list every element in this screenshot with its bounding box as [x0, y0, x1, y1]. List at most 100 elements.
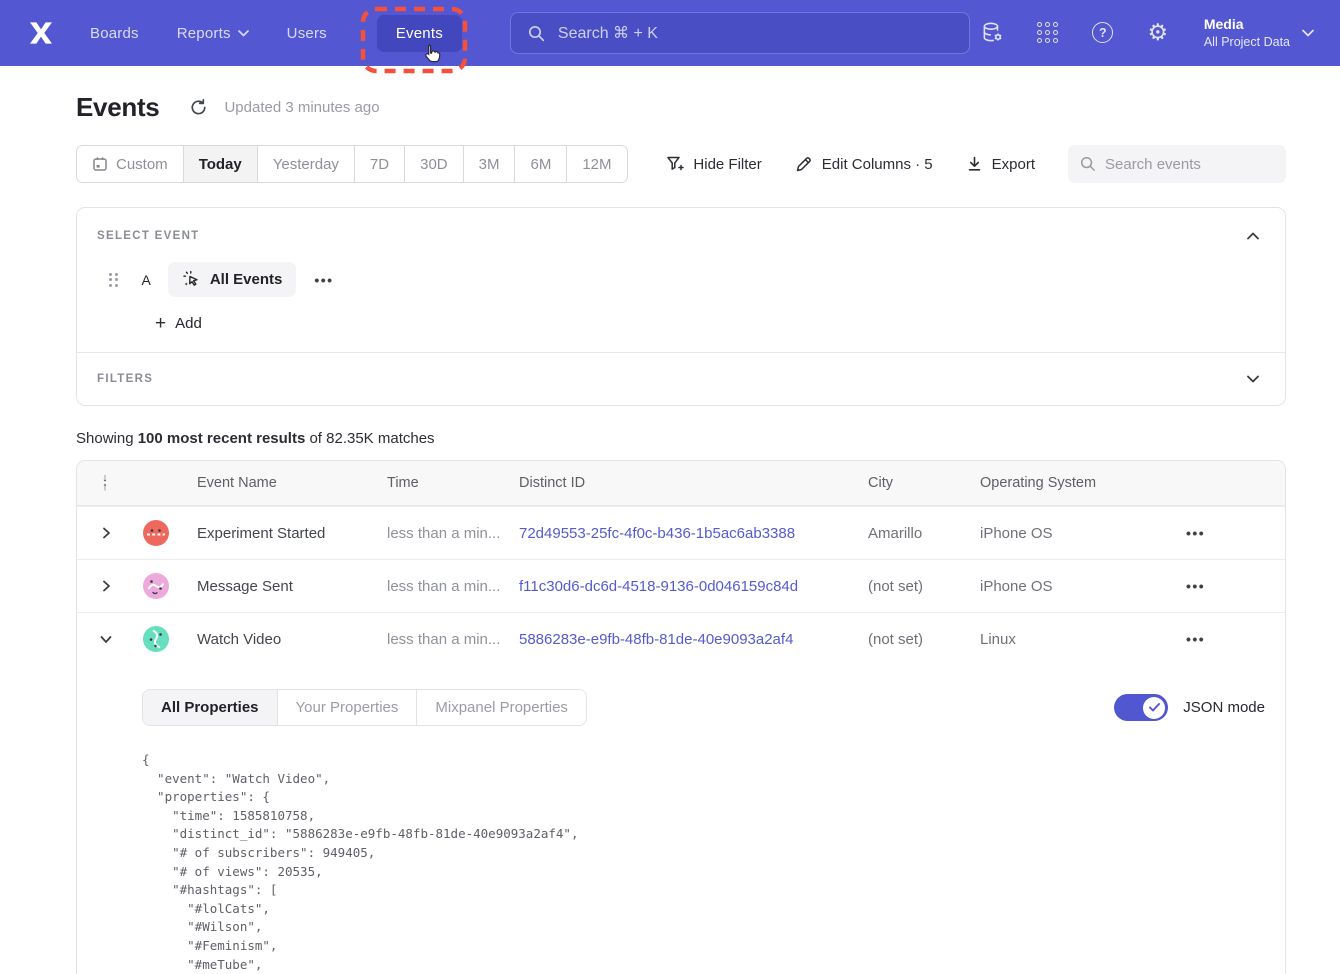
project-name: Media — [1204, 15, 1290, 34]
os-cell: iPhone OS — [970, 525, 1166, 542]
distinct-id-link[interactable]: f11c30d6-dc6d-4518-9136-0d046159c84d — [509, 578, 858, 595]
date-range-label: 6M — [530, 156, 551, 173]
os-cell: iPhone OS — [970, 578, 1166, 595]
properties-tabs: All Properties Your Properties Mixpanel … — [142, 689, 587, 726]
toolbar-actions: Hide Filter Edit Columns · 5 Export Sear… — [666, 145, 1286, 183]
chevron-up-icon — [1247, 232, 1259, 240]
time-text: less than a min... — [387, 631, 500, 648]
main-content: Events Updated 3 minutes ago Custom Toda… — [76, 92, 1286, 974]
row-actions-button[interactable]: ••• — [1186, 578, 1205, 594]
filters-section[interactable]: FILTERS — [77, 353, 1285, 405]
search-events-input[interactable]: Search events — [1068, 145, 1286, 183]
project-scope: All Project Data — [1204, 34, 1290, 51]
row-actions-button[interactable]: ••• — [1186, 631, 1205, 647]
add-event-button[interactable]: + Add — [155, 314, 202, 333]
json-mode-label: JSON mode — [1183, 699, 1265, 716]
table-row[interactable]: Experiment Started less than a min... 72… — [77, 506, 1285, 559]
expand-row-button[interactable] — [102, 527, 111, 539]
nav-item-events[interactable]: Events — [377, 15, 462, 52]
hide-filter-button[interactable]: Hide Filter — [666, 155, 761, 173]
table-row-expanded[interactable]: Watch Video less than a min... 5886283e-… — [77, 612, 1285, 665]
apps-grid-icon[interactable] — [1035, 20, 1061, 46]
expand-filters-button[interactable] — [1241, 368, 1265, 390]
check-icon — [1149, 703, 1160, 712]
project-selector[interactable]: Media All Project Data — [1204, 15, 1314, 51]
filter-icon — [666, 155, 684, 173]
page-header: Events Updated 3 minutes ago — [76, 92, 1286, 123]
date-range-selector: Custom Today Yesterday 7D 30D 3M 6M 12M — [76, 145, 628, 183]
event-row-letter: A — [142, 272, 151, 288]
date-range-today[interactable]: Today — [183, 146, 257, 182]
chevron-down-icon — [100, 635, 112, 644]
add-label: Add — [175, 315, 202, 332]
search-icon — [1080, 156, 1096, 172]
column-header-time: Time — [377, 475, 509, 491]
event-row-more-button[interactable]: ••• — [314, 272, 333, 288]
column-header-city: City — [858, 475, 970, 491]
date-range-label: Custom — [116, 156, 168, 173]
settings-gear-icon[interactable]: ⚙ — [1145, 20, 1171, 46]
table-row[interactable]: Message Sent less than a min... f11c30d6… — [77, 559, 1285, 612]
date-range-7d[interactable]: 7D — [354, 146, 404, 182]
export-button[interactable]: Export — [966, 156, 1035, 173]
collapse-row-button[interactable] — [100, 635, 112, 644]
expand-row-button[interactable] — [102, 580, 111, 592]
date-range-yesterday[interactable]: Yesterday — [257, 146, 354, 182]
city-cell: (not set) — [858, 578, 970, 595]
query-builder-card: SELECT EVENT A All Events ••• — [76, 207, 1286, 406]
edit-columns-button[interactable]: Edit Columns · 5 — [795, 155, 933, 173]
date-range-label: 7D — [370, 156, 389, 173]
mixpanel-logo-icon[interactable] — [26, 18, 56, 48]
global-search-placeholder: Search ⌘ + K — [558, 23, 658, 43]
avatar — [143, 573, 169, 599]
pencil-icon — [795, 155, 813, 173]
chevron-down-icon — [1302, 29, 1314, 37]
toggle-knob — [1143, 697, 1165, 719]
event-picker-button[interactable]: All Events — [168, 262, 297, 297]
select-event-section: SELECT EVENT A All Events ••• — [77, 208, 1285, 352]
collapse-section-button[interactable] — [1241, 225, 1265, 247]
row-actions-button[interactable]: ••• — [1186, 525, 1205, 541]
avatar — [143, 626, 169, 652]
chevron-right-icon — [102, 580, 111, 592]
nav-item-users[interactable]: Users — [287, 25, 327, 42]
gear-glyph: ⚙ — [1148, 21, 1169, 44]
magic-cursor-icon — [182, 270, 201, 289]
search-events-placeholder: Search events — [1105, 156, 1201, 173]
nav-menu: Boards Reports Users Events — [90, 15, 462, 52]
global-search-input[interactable]: Search ⌘ + K — [510, 12, 970, 54]
date-range-6m[interactable]: 6M — [514, 146, 566, 182]
nav-item-label: Users — [287, 25, 327, 42]
os-cell: Linux — [970, 631, 1166, 648]
summary-count: 100 most recent results — [138, 430, 306, 447]
nav-item-label: Reports — [177, 25, 231, 42]
plus-icon: + — [155, 314, 166, 333]
filters-label: FILTERS — [97, 373, 153, 385]
distinct-id-link[interactable]: 72d49553-25fc-4f0c-b436-1b5ac6ab3388 — [509, 525, 858, 542]
date-range-12m[interactable]: 12M — [566, 146, 626, 182]
drag-handle-icon[interactable] — [109, 273, 118, 287]
date-range-3m[interactable]: 3M — [463, 146, 515, 182]
help-icon[interactable]: ? — [1090, 20, 1116, 46]
table-header-row: ↓ ↑ Event Name Time Distinct ID City Ope… — [77, 461, 1285, 506]
tab-your-properties[interactable]: Your Properties — [277, 690, 417, 725]
column-header-distinct-id: Distinct ID — [509, 475, 858, 491]
event-detail-panel: All Properties Your Properties Mixpanel … — [77, 665, 1285, 974]
sort-order-icon[interactable]: ↓ ↑ — [102, 474, 108, 492]
last-updated-text: Updated 3 minutes ago — [224, 99, 379, 116]
data-management-icon[interactable] — [980, 20, 1006, 46]
hide-filter-label: Hide Filter — [693, 156, 761, 173]
tab-all-properties[interactable]: All Properties — [143, 690, 277, 725]
json-mode-toggle[interactable] — [1114, 694, 1168, 721]
event-json-code: { "event": "Watch Video", "properties": … — [142, 751, 1265, 974]
date-range-custom[interactable]: Custom — [77, 146, 183, 182]
nav-item-boards[interactable]: Boards — [90, 25, 139, 42]
distinct-id-link[interactable]: 5886283e-e9fb-48fb-81de-40e9093a2af4 — [509, 631, 858, 648]
nav-item-reports[interactable]: Reports — [177, 25, 249, 42]
top-navbar: Boards Reports Users Events Search ⌘ + K — [0, 0, 1340, 66]
export-label: Export — [992, 156, 1035, 173]
refresh-button[interactable] — [189, 98, 208, 117]
date-range-30d[interactable]: 30D — [404, 146, 463, 182]
events-table: ↓ ↑ Event Name Time Distinct ID City Ope… — [76, 460, 1286, 974]
tab-mixpanel-properties[interactable]: Mixpanel Properties — [416, 690, 586, 725]
